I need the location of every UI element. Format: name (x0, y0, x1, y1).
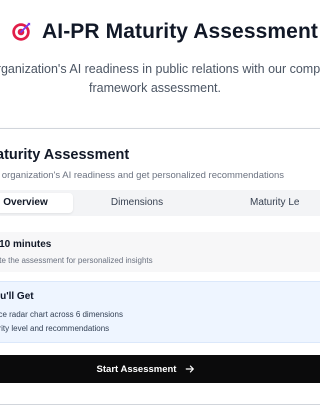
time-estimate-box: t 10 minutes lete the assessment for per… (0, 232, 320, 272)
time-estimate-title: t 10 minutes (0, 239, 52, 250)
arrow-right-icon (186, 365, 195, 373)
hero-subtitle-line-2: framework assessment. (89, 81, 221, 95)
hero-section: AI-PR Maturity Assessment organization's… (0, 0, 320, 118)
what-you-get-item: nce radar chart across 6 dimensions (0, 310, 123, 319)
assessment-card: aturity Assessment r organization's AI r… (0, 128, 320, 405)
start-assessment-button[interactable]: Start Assessment (0, 355, 320, 383)
start-assessment-button-content: Start Assessment (97, 364, 196, 375)
tab-dimensions[interactable]: Dimensions (92, 193, 182, 213)
what-you-get-title: ou'll Get (0, 291, 34, 302)
hero-title-row: AI-PR Maturity Assessment (0, 20, 320, 44)
time-estimate-description: lete the assessment for personalized ins… (0, 256, 153, 265)
page-title: AI-PR Maturity Assessment (42, 20, 318, 43)
card-description: r organization's AI readiness and get pe… (0, 170, 285, 181)
what-you-get-box: ou'll Get nce radar chart across 6 dimen… (0, 281, 320, 343)
what-you-get-item: urity level and recommendations (0, 324, 110, 333)
card-title: aturity Assessment (0, 147, 130, 163)
target-icon (12, 22, 31, 41)
start-assessment-label: Start Assessment (96, 363, 177, 375)
tab-overview[interactable]: Overview (0, 193, 73, 213)
hero-subtitle: organization's AI readiness in public re… (0, 60, 320, 98)
tab-list: Overview Dimensions Maturity Le (0, 190, 320, 216)
hero-subtitle-line-1: organization's AI readiness in public re… (0, 62, 320, 76)
tab-maturity-levels[interactable]: Maturity Le (236, 193, 320, 213)
